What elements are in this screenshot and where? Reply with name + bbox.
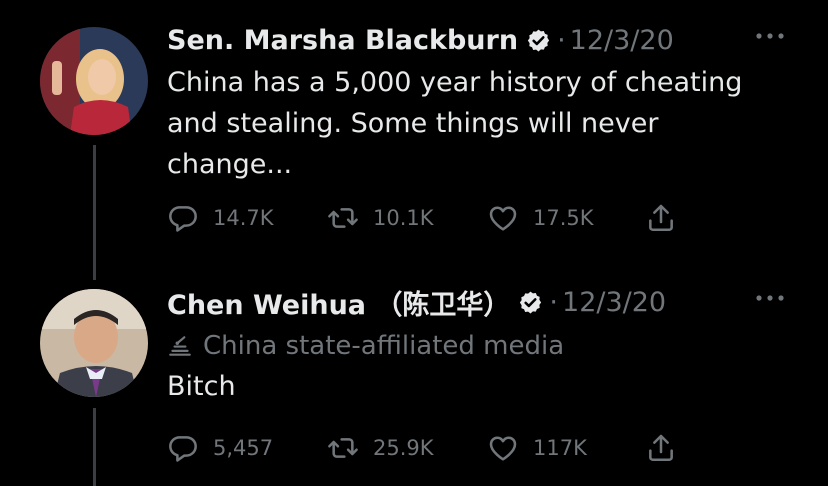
verified-badge-icon — [527, 29, 550, 51]
reply-count: 5,457 — [213, 436, 274, 460]
like-icon — [489, 436, 517, 461]
retweet-icon — [328, 438, 358, 458]
tweet-text-line: China has a 5,000 year history of cheati… — [167, 67, 743, 98]
tweet-date[interactable]: 12/3/20 — [562, 287, 666, 318]
tweet[interactable]: Chen Weihua （陈卫华） · 12/3/20 China state-… — [167, 282, 828, 462]
reply-button[interactable]: 5,457 — [167, 432, 327, 464]
verified-badge-icon — [520, 291, 542, 313]
reply-button[interactable]: 14.7K — [167, 202, 327, 234]
avatar[interactable] — [40, 289, 148, 397]
tweet-text: China has a 5,000 year history of cheati… — [167, 62, 797, 185]
tweet-header: Sen. Marsha Blackburn · 12/3/20 — [167, 20, 828, 60]
tweet-text: Bitch — [167, 366, 797, 407]
tweet-date[interactable]: 12/3/20 — [570, 25, 674, 56]
reply-icon — [169, 436, 197, 462]
separator: · — [549, 286, 559, 318]
avatar[interactable] — [40, 27, 148, 135]
retweet-count: 25.9K — [373, 436, 434, 460]
separator: · — [557, 24, 566, 56]
more-icon[interactable] — [754, 288, 786, 308]
tweet-text-line: and stealing. Some things will never — [167, 108, 659, 139]
author-name[interactable]: Sen. Marsha Blackburn — [167, 25, 518, 56]
retweet-button[interactable]: 10.1K — [327, 202, 487, 234]
tweet-text-line: change... — [167, 149, 293, 180]
share-button[interactable] — [645, 202, 677, 234]
like-icon — [489, 206, 517, 231]
retweet-button[interactable]: 25.9K — [327, 432, 487, 464]
like-button[interactable]: 117K — [487, 432, 645, 464]
retweet-count: 10.1K — [373, 206, 434, 230]
author-name[interactable]: Chen Weihua （陈卫华） — [167, 283, 510, 322]
affiliation-label[interactable]: China state-affiliated media — [167, 328, 828, 364]
tweet-actions: 5,457 25.9K 117K — [167, 432, 677, 464]
state-media-icon — [169, 336, 191, 356]
like-count: 117K — [533, 436, 587, 460]
share-button[interactable] — [645, 432, 677, 464]
tweet-header: Chen Weihua （陈卫华） · 12/3/20 — [167, 282, 828, 322]
reply-count: 14.7K — [213, 206, 274, 230]
thread-line — [93, 145, 96, 280]
share-icon — [649, 434, 673, 461]
like-count: 17.5K — [533, 206, 594, 230]
affiliation-text: China state-affiliated media — [203, 331, 565, 361]
thread-line — [93, 408, 96, 486]
tweet-text-line: Bitch — [167, 371, 236, 402]
like-button[interactable]: 17.5K — [487, 202, 645, 234]
tweet[interactable]: Sen. Marsha Blackburn · 12/3/20 China ha… — [167, 20, 828, 232]
tweet-actions: 14.7K 10.1K 17.5K — [167, 202, 677, 234]
reply-icon — [169, 206, 197, 232]
share-icon — [649, 204, 673, 232]
retweet-icon — [328, 208, 358, 228]
more-icon[interactable] — [754, 26, 786, 46]
